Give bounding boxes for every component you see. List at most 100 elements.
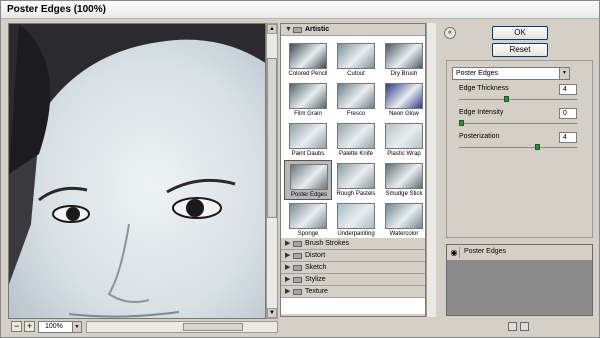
preview-horizontal-scrollbar[interactable] bbox=[86, 321, 278, 333]
param-slider[interactable] bbox=[459, 96, 577, 102]
chevron-down-icon: ▼ bbox=[559, 68, 569, 79]
folder-icon bbox=[293, 265, 302, 271]
ok-button[interactable]: OK bbox=[492, 26, 548, 40]
folder-icon bbox=[293, 27, 302, 33]
filter-thumb-underpainting[interactable]: Underpainting bbox=[332, 200, 380, 240]
filter-preview-thumbnail bbox=[337, 83, 375, 109]
filter-thumb-label: Underpainting bbox=[337, 231, 375, 237]
filter-preview-thumbnail bbox=[385, 43, 423, 69]
filter-preview-thumbnail bbox=[337, 203, 375, 229]
gallery-scrollbar[interactable] bbox=[426, 23, 436, 317]
filter-thumb-label: Paint Daubs bbox=[291, 151, 325, 157]
preview-vertical-scrollbar[interactable]: ▲ ▼ bbox=[266, 23, 278, 319]
folder-icon bbox=[293, 277, 302, 283]
filter-thumb-label: Palette Knife bbox=[338, 151, 374, 157]
slider-knob[interactable] bbox=[504, 96, 509, 102]
param-value-input[interactable]: 0 bbox=[559, 108, 577, 119]
category-stylize[interactable]: ▶ Stylize bbox=[281, 274, 425, 286]
filter-thumb-label: Rough Pastels bbox=[336, 191, 376, 197]
filter-select-value: Poster Edges bbox=[456, 70, 499, 77]
filter-thumb-label: Plastic Wrap bbox=[387, 151, 421, 157]
category-label: Sketch bbox=[305, 264, 327, 271]
filter-preview-thumbnail bbox=[337, 123, 375, 149]
filter-thumb-label: Cutout bbox=[347, 71, 365, 77]
category-label: Brush Strokes bbox=[305, 240, 349, 247]
filter-thumb-palette-knife[interactable]: Palette Knife bbox=[332, 120, 380, 160]
filter-thumb-label: Film Grain bbox=[294, 111, 322, 117]
filter-thumb-label: Smudge Stick bbox=[385, 191, 423, 197]
collapse-gallery-button[interactable]: « bbox=[444, 27, 456, 39]
chevron-down-icon: ▼ bbox=[72, 322, 81, 332]
category-brush-strokes[interactable]: ▶ Brush Strokes bbox=[281, 238, 425, 250]
category-texture[interactable]: ▶ Texture bbox=[281, 286, 425, 298]
filter-thumb-label: Dry Brush bbox=[390, 71, 418, 77]
filter-preview-thumbnail bbox=[385, 123, 423, 149]
filter-thumb-label: Sponge bbox=[297, 231, 319, 237]
scroll-up-icon[interactable]: ▲ bbox=[267, 24, 277, 34]
filter-gallery-window: Poster Edges (100%) ▲ ▼ − + 100% ▼ ▼ Art… bbox=[0, 0, 600, 338]
filter-preview-thumbnail bbox=[289, 203, 327, 229]
filter-preview-thumbnail bbox=[337, 43, 375, 69]
filter-thumbnail-grid: Colored Pencil Cutout Dry Brush Film Grain F… bbox=[281, 36, 425, 238]
param-value-input[interactable]: 4 bbox=[559, 84, 577, 95]
filter-thumb-plastic-wrap[interactable]: Plastic Wrap bbox=[380, 120, 425, 160]
collapsed-triangle-icon: ▶ bbox=[285, 240, 291, 247]
slider-knob[interactable] bbox=[535, 144, 540, 150]
filter-thumb-cutout[interactable]: Cutout bbox=[332, 40, 380, 80]
param-slider[interactable] bbox=[459, 120, 577, 126]
filter-thumb-rough-pastels[interactable]: Rough Pastels bbox=[332, 160, 380, 200]
scroll-down-icon[interactable]: ▼ bbox=[267, 308, 277, 318]
folder-icon bbox=[293, 289, 302, 295]
title-bar[interactable]: Poster Edges (100%) bbox=[1, 1, 599, 19]
collapsed-triangle-icon: ▶ bbox=[285, 288, 291, 295]
filter-thumb-watercolor[interactable]: Watercolor bbox=[380, 200, 425, 240]
filter-thumb-poster-edges[interactable]: Poster Edges bbox=[284, 160, 332, 200]
folder-icon bbox=[293, 253, 302, 259]
param-label: Edge Intensity bbox=[459, 109, 504, 116]
category-artistic[interactable]: ▼ Artistic bbox=[281, 24, 425, 36]
zoom-select[interactable]: 100% ▼ bbox=[38, 321, 82, 333]
filter-thumb-colored-pencil[interactable]: Colored Pencil bbox=[284, 40, 332, 80]
filter-thumb-label: Colored Pencil bbox=[288, 71, 328, 77]
zoom-in-button[interactable]: + bbox=[24, 321, 35, 332]
filter-thumb-dry-brush[interactable]: Dry Brush bbox=[380, 40, 425, 80]
filter-preview-thumbnail bbox=[289, 43, 327, 69]
filter-thumb-neon-glow[interactable]: Neon Glow bbox=[380, 80, 425, 120]
eye-visibility-icon[interactable]: ◉ bbox=[449, 247, 460, 258]
category-label: Artistic bbox=[305, 26, 330, 33]
filter-preview-thumbnail bbox=[385, 163, 423, 189]
param-label: Edge Thickness bbox=[459, 85, 509, 92]
effect-layer-name: Poster Edges bbox=[464, 248, 507, 255]
filter-select[interactable]: Poster Edges ▼ bbox=[452, 67, 570, 80]
window-title: Poster Edges (100%) bbox=[7, 4, 106, 15]
new-effect-layer-icon[interactable] bbox=[508, 322, 517, 331]
param-slider[interactable] bbox=[459, 144, 577, 150]
preview-hscroll-thumb[interactable] bbox=[183, 323, 243, 331]
param-value-input[interactable]: 4 bbox=[559, 132, 577, 143]
preview-canvas[interactable] bbox=[8, 23, 266, 319]
reset-button[interactable]: Reset bbox=[492, 43, 548, 57]
zoom-value: 100% bbox=[45, 323, 63, 330]
delete-effect-layer-icon[interactable] bbox=[520, 322, 529, 331]
slider-knob[interactable] bbox=[459, 120, 464, 126]
filter-thumb-label: Neon Glow bbox=[389, 111, 419, 117]
preview-vscroll-thumb[interactable] bbox=[267, 58, 277, 218]
expanded-triangle-icon: ▼ bbox=[285, 26, 292, 33]
category-distort[interactable]: ▶ Distort bbox=[281, 250, 425, 262]
zoom-out-button[interactable]: − bbox=[11, 321, 22, 332]
filter-preview-thumbnail bbox=[289, 83, 327, 109]
filter-thumb-sponge[interactable]: Sponge bbox=[284, 200, 332, 240]
preview-status-bar: − + 100% ▼ bbox=[8, 320, 278, 334]
filter-thumb-smudge-stick[interactable]: Smudge Stick bbox=[380, 160, 425, 200]
effect-layer-row[interactable]: ◉ Poster Edges bbox=[447, 245, 592, 261]
filter-thumb-fresco[interactable]: Fresco bbox=[332, 80, 380, 120]
folder-icon bbox=[293, 241, 302, 247]
filter-thumb-paint-daubs[interactable]: Paint Daubs bbox=[284, 120, 332, 160]
category-sketch[interactable]: ▶ Sketch bbox=[281, 262, 425, 274]
category-label: Stylize bbox=[305, 276, 326, 283]
filter-thumb-film-grain[interactable]: Film Grain bbox=[284, 80, 332, 120]
filter-thumb-label: Watercolor bbox=[389, 231, 419, 237]
filter-preview-thumbnail bbox=[385, 83, 423, 109]
param-label: Posterization bbox=[459, 133, 500, 140]
portrait-preview-image bbox=[9, 24, 265, 318]
